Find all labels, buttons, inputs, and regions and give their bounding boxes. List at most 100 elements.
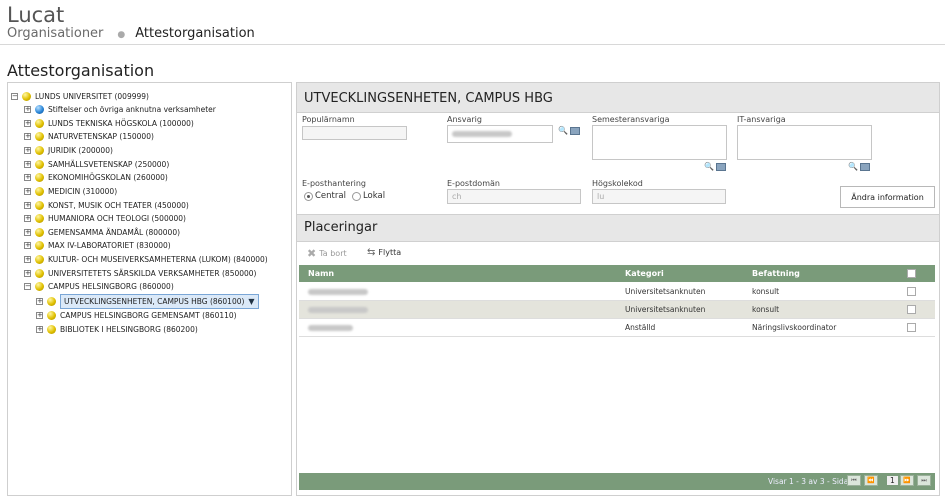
radio-lokal[interactable] (351, 191, 361, 201)
expand-icon[interactable]: + (24, 147, 31, 154)
row-checkbox[interactable] (907, 323, 916, 332)
it-ansvariga-field[interactable] (737, 125, 872, 160)
next-page-icon[interactable]: ⏩ (900, 475, 914, 486)
tree-item-gemensamma[interactable]: + GEMENSAMMA ÄNDAMÅL (800000) (24, 226, 180, 239)
e-posthantering-radio-group: Central Lokal (304, 191, 385, 201)
org-ball-icon (22, 92, 31, 101)
redacted-name (308, 307, 368, 313)
tree-item-konst[interactable]: + KONST, MUSIK OCH TEATER (450000) (24, 199, 189, 212)
current-page[interactable]: 1 (887, 476, 898, 485)
tree-item-lth[interactable]: + LUNDS TEKNISKA HÖGSKOLA (100000) (24, 117, 194, 130)
search-person-icon[interactable]: 🔍 (704, 162, 714, 171)
label-e-posthantering: E-posthantering (302, 179, 366, 188)
popularnamn-field[interactable] (302, 126, 407, 140)
table-row[interactable]: Anställd Näringslivskoordinator (299, 319, 935, 337)
address-book-icon[interactable] (859, 162, 870, 171)
column-befattning[interactable]: Befattning (752, 269, 800, 278)
e-postdoman-field[interactable]: ch (447, 189, 581, 204)
dropdown-arrow-icon[interactable]: ▼ (248, 297, 254, 306)
collapse-icon[interactable]: − (24, 283, 31, 290)
semesteransvariga-field[interactable] (592, 125, 727, 160)
tree-item-stiftelser[interactable]: + Stiftelser och övriga anknutna verksamh… (24, 103, 216, 116)
tree-item-campus-helsingborg[interactable]: − CAMPUS HELSINGBORG (860000) (24, 280, 174, 293)
label-it-ansvariga: IT-ansvariga (737, 115, 786, 124)
expand-icon[interactable]: + (24, 133, 31, 140)
expand-icon[interactable]: + (24, 161, 31, 168)
placements-title: Placeringar (304, 220, 378, 235)
last-page-icon[interactable]: ⏭ (917, 475, 931, 486)
address-book-icon[interactable] (715, 162, 726, 171)
expand-icon[interactable]: + (24, 256, 31, 263)
tree-item-bibliotek[interactable]: + BIBLIOTEK I HELSINGBORG (860200) (36, 323, 198, 336)
collapse-icon[interactable]: − (11, 93, 18, 100)
semester-actions: 🔍 (704, 162, 726, 171)
expand-icon[interactable]: + (36, 326, 43, 333)
org-ball-icon (35, 119, 44, 128)
expand-icon[interactable]: + (24, 270, 31, 277)
first-page-icon[interactable]: ⏮ (847, 475, 861, 486)
expand-icon[interactable]: + (24, 242, 31, 249)
radio-central[interactable] (304, 191, 313, 201)
tree-item-kultur[interactable]: + KULTUR- OCH MUSEIVERKSAMHETERNA (LUKOM)… (24, 253, 268, 266)
redacted-name (308, 325, 353, 331)
org-ball-icon (35, 187, 44, 196)
tree-item-juridik[interactable]: + JURIDIK (200000) (24, 144, 113, 157)
expand-icon[interactable]: + (36, 298, 43, 305)
row-checkbox[interactable] (907, 305, 916, 314)
delete-button[interactable]: ✖ Ta bort (307, 247, 347, 260)
redacted-name (308, 289, 368, 295)
tree-item-naturvetenskap[interactable]: + NATURVETENSKAP (150000) (24, 130, 154, 143)
selected-tree-label[interactable]: UTVECKLINGSENHETEN, CAMPUS HBG (860100) ▼ (60, 294, 259, 309)
label-popularnamn: Populärnamn (302, 115, 355, 124)
org-detail-panel: UTVECKLINGSENHETEN, CAMPUS HBG Populärna… (296, 82, 940, 496)
tree-item-max-iv[interactable]: + MAX IV-LABORATORIET (830000) (24, 239, 171, 252)
expand-icon[interactable]: + (24, 215, 31, 222)
column-kategori[interactable]: Kategori (625, 269, 664, 278)
org-ball-icon (35, 173, 44, 182)
address-book-icon[interactable] (569, 126, 580, 135)
tree-item-ekonomihogskolan[interactable]: + EKONOMIHÖGSKOLAN (260000) (24, 171, 168, 184)
expand-icon[interactable]: + (24, 229, 31, 236)
label-hogskolekod: Högskolekod (592, 179, 643, 188)
tree-item-lunds-universitet[interactable]: − LUNDS UNIVERSITET (009999) (11, 90, 149, 103)
org-ball-icon (35, 201, 44, 210)
org-ball-icon (35, 255, 44, 264)
search-person-icon[interactable]: 🔍 (558, 126, 568, 135)
row-checkbox[interactable] (907, 287, 916, 296)
select-all-checkbox[interactable] (907, 269, 916, 278)
breadcrumb-separator-icon: ● (117, 30, 126, 40)
tree-item-samhallsvetenskap[interactable]: + SAMHÄLLSVETENSKAP (250000) (24, 158, 169, 171)
expand-icon[interactable]: + (36, 312, 43, 319)
prev-page-icon[interactable]: ⏪ (864, 475, 878, 486)
breadcrumb-attestorganisation[interactable]: Attestorganisation (135, 26, 255, 41)
page-title: Attestorganisation (7, 61, 155, 80)
move-button[interactable]: ⇆ Flytta (367, 247, 401, 258)
table-row[interactable]: Universitetsanknuten konsult (299, 283, 935, 301)
tree-item-medicin[interactable]: + MEDICIN (310000) (24, 185, 117, 198)
tree-item-humaniora[interactable]: + HUMANIORA OCH TEOLOGI (500000) (24, 212, 186, 225)
expand-icon[interactable]: + (24, 120, 31, 127)
expand-icon[interactable]: + (24, 202, 31, 209)
org-ball-icon (35, 132, 44, 141)
search-person-icon[interactable]: 🔍 (848, 162, 858, 171)
change-information-button[interactable]: Ändra information (840, 186, 935, 208)
expand-icon[interactable]: + (24, 174, 31, 181)
tree-item-campus-gemensamt[interactable]: + CAMPUS HELSINGBORG GEMENSAMT (860110) (36, 309, 237, 322)
ansvarig-field[interactable] (447, 125, 553, 143)
it-actions: 🔍 (848, 162, 870, 171)
tree-item-sarskilda[interactable]: + UNIVERSITETETS SÄRSKILDA VERKSAMHETER (… (24, 267, 256, 280)
placements-header: Placeringar (297, 214, 939, 242)
grid-footer: Visar 1 - 3 av 3 - Sida ⏮ ⏪ 1 ⏩ ⏭ (299, 473, 935, 490)
expand-icon[interactable]: + (24, 106, 31, 113)
expand-icon[interactable]: + (24, 188, 31, 195)
label-semesteransvariga: Semesteransvariga (592, 115, 670, 124)
org-ball-icon (47, 297, 56, 306)
header-divider (0, 44, 945, 45)
breadcrumb-organisationer[interactable]: Organisationer (7, 26, 103, 41)
org-ball-icon (47, 311, 56, 320)
tree-item-utvecklingsenheten[interactable]: + UTVECKLINGSENHETEN, CAMPUS HBG (860100)… (36, 294, 259, 309)
column-namn[interactable]: Namn (308, 269, 334, 278)
table-row[interactable]: Universitetsanknuten konsult (299, 301, 935, 319)
hogskolekod-field[interactable]: lu (592, 189, 726, 204)
delete-x-icon: ✖ (307, 247, 317, 260)
